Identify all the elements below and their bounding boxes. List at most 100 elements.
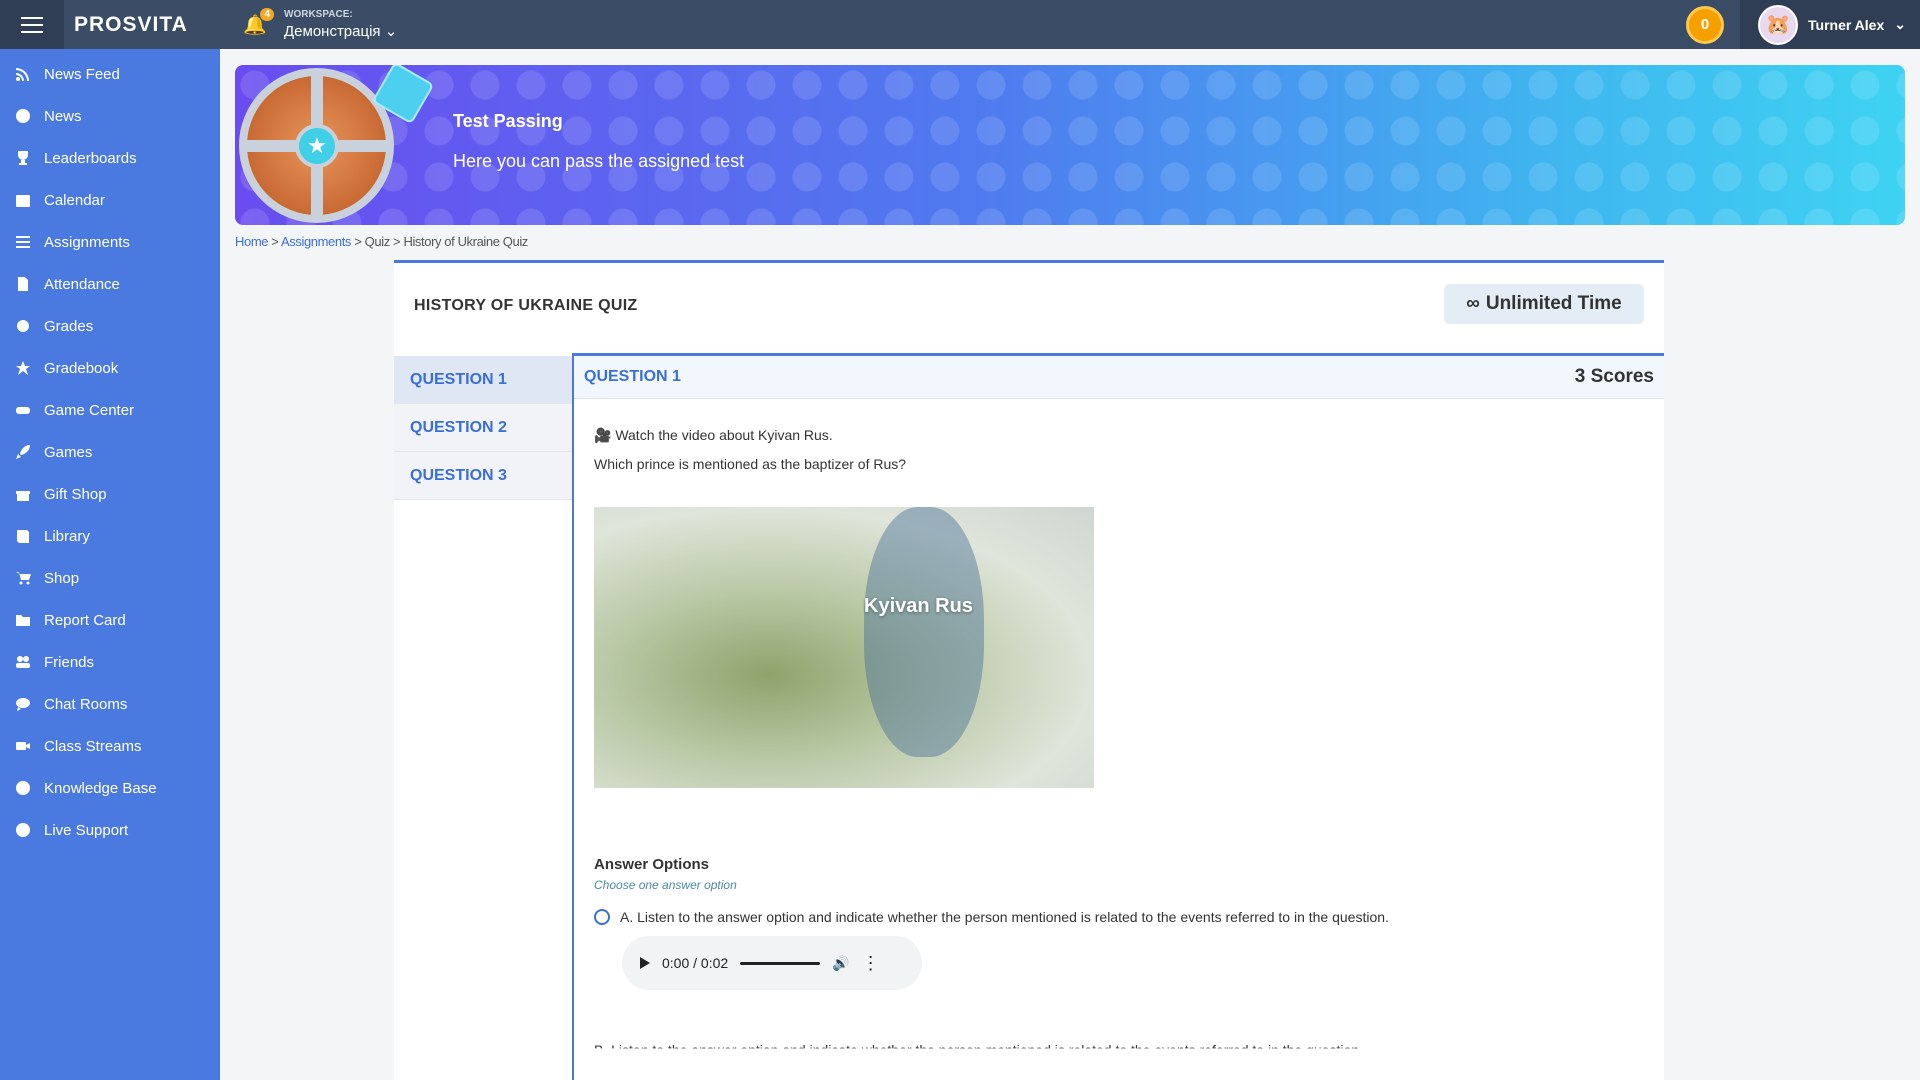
sidebar-item-label: Library	[44, 527, 90, 545]
menu-toggle-button[interactable]	[0, 0, 64, 49]
gift-icon	[14, 485, 32, 503]
question-header-label: QUESTION 1	[584, 368, 681, 385]
sidebar-item-label: Class Streams	[44, 737, 142, 755]
sidebar-item-label: Grades	[44, 317, 94, 335]
video-player[interactable]: Kyivan Rus	[594, 507, 1094, 788]
infinity-icon: ∞	[1466, 293, 1480, 314]
question-instruction: 🎥 Watch the video about Kyivan Rus.	[594, 427, 833, 443]
folder-icon	[14, 611, 32, 629]
video-icon	[14, 737, 32, 755]
volume-icon[interactable]: 🔊	[832, 955, 849, 972]
sidebar-item-gradebook[interactable]: Gradebook	[0, 347, 220, 389]
list-icon	[14, 233, 32, 251]
question-scores: 3 Scores	[1574, 366, 1654, 387]
sidebar-item-library[interactable]: Library	[0, 515, 220, 557]
answer-option-b-text: B. Listen to the answer option and indic…	[594, 1042, 1363, 1058]
sidebar-item-label: Friends	[44, 653, 95, 671]
rss-icon	[14, 65, 32, 83]
sidebar-item-calendar[interactable]: Calendar	[0, 179, 220, 221]
breadcrumb-assignments[interactable]: Assignments	[281, 234, 351, 249]
calendar-icon	[14, 191, 32, 209]
workspace-label: WORKSPACE:	[284, 9, 353, 20]
banner-title: Test Passing	[453, 111, 563, 131]
banner-subtitle: Here you can pass the assigned test	[453, 151, 745, 171]
answer-options-title: Answer Options	[594, 856, 710, 873]
sidebar-item-label: Assignments	[44, 233, 130, 251]
question-tab-2[interactable]: QUESTION 2	[394, 404, 574, 452]
question-tab-1[interactable]: QUESTION 1	[394, 356, 574, 404]
user-menu[interactable]: 🐹 Turner Alex ⌄	[1740, 0, 1920, 49]
audio-player: 0:00 / 0:02 🔊 ⋮	[622, 936, 922, 990]
sidebar-item-friends[interactable]: Friends	[0, 641, 220, 683]
trophy-icon	[14, 149, 32, 167]
sidebar-item-assignments[interactable]: Assignments	[0, 221, 220, 263]
breadcrumb-current: History of Ukraine Quiz	[403, 234, 528, 249]
book-icon	[14, 527, 32, 545]
answer-option-b[interactable]: B. Listen to the answer option and indic…	[594, 1042, 1363, 1058]
notification-badge: 4	[260, 7, 274, 21]
shield-icon: ★	[239, 68, 394, 223]
workspace-value: Демонстрація	[284, 23, 381, 40]
radio-option-a[interactable]	[594, 909, 610, 925]
page-title: HISTORY OF UKRAINE QUIZ	[414, 297, 638, 314]
audio-progress-slider[interactable]	[740, 961, 821, 965]
sidebar-item-live-support[interactable]: Live Support	[0, 809, 220, 851]
info-icon	[14, 107, 32, 125]
question-text: Which prince is mentioned as the baptize…	[594, 456, 907, 472]
breadcrumb-quiz: Quiz	[364, 234, 391, 249]
sidebar-item-label: Gift Shop	[44, 485, 107, 503]
top-bar: PROSVITA 🔔 4 WORKSPACE: Демонстрація ⌄ 0…	[0, 0, 1920, 49]
audio-time: 0:00 / 0:02	[662, 955, 729, 971]
avatar: 🐹	[1758, 4, 1799, 45]
sidebar-item-label: Game Center	[44, 401, 135, 419]
sidebar-item-report-card[interactable]: Report Card	[0, 599, 220, 641]
answer-option-a[interactable]: A. Listen to the answer option and indic…	[594, 909, 1389, 925]
chat-icon	[14, 695, 32, 713]
sidebar-item-label: Leaderboards	[44, 149, 137, 167]
question-list: QUESTION 1 QUESTION 2 QUESTION 3	[394, 356, 574, 500]
breadcrumb-home[interactable]: Home	[235, 234, 268, 249]
star-icon: ★	[295, 124, 339, 168]
question-panel: QUESTION 1 3 Scores 🎥 Watch the video ab…	[572, 353, 1664, 1080]
sidebar-item-gift-shop[interactable]: Gift Shop	[0, 473, 220, 515]
answer-option-a-text: A. Listen to the answer option and indic…	[620, 909, 1389, 925]
sidebar-item-knowledge-base[interactable]: Knowledge Base	[0, 767, 220, 809]
sidebar-item-game-center[interactable]: Game Center	[0, 389, 220, 431]
sidebar-item-news-feed[interactable]: News Feed	[0, 53, 220, 95]
sidebar-item-label: Calendar	[44, 191, 105, 209]
question-header: QUESTION 1 3 Scores	[574, 356, 1664, 399]
notifications-button[interactable]: 🔔 4	[240, 7, 274, 40]
rocket-icon	[14, 443, 32, 461]
time-limit-badge[interactable]: ∞ Unlimited Time	[1444, 284, 1644, 324]
map-region	[864, 507, 984, 757]
breadcrumb: Home > Assignments > Quiz > History of U…	[235, 234, 528, 249]
coin-balance[interactable]: 0	[1686, 5, 1725, 44]
question-tab-3[interactable]: QUESTION 3	[394, 452, 574, 500]
badge-icon	[14, 317, 32, 335]
users-icon	[14, 653, 32, 671]
workspace-selector[interactable]: WORKSPACE: Демонстрація ⌄	[284, 9, 397, 40]
sidebar-item-label: News Feed	[44, 65, 120, 83]
sidebar-item-chat-rooms[interactable]: Chat Rooms	[0, 683, 220, 725]
sidebar-item-class-streams[interactable]: Class Streams	[0, 725, 220, 767]
sidebar: News Feed News Leaderboards Calendar Assignm…	[0, 49, 220, 1080]
sidebar-item-grades[interactable]: Grades	[0, 305, 220, 347]
sidebar-item-label: Shop	[44, 569, 80, 587]
sidebar-item-attendance[interactable]: Attendance	[0, 263, 220, 305]
hamburger-icon	[21, 16, 43, 19]
play-icon[interactable]	[640, 957, 650, 969]
file-icon	[14, 275, 32, 293]
more-options-icon[interactable]: ⋮	[862, 953, 880, 974]
page-banner: ★ Test Passing Here you can pass the ass…	[235, 65, 1905, 225]
app-logo[interactable]: PROSVITA	[74, 13, 234, 37]
sidebar-item-leaderboards[interactable]: Leaderboards	[0, 137, 220, 179]
sidebar-item-label: Chat Rooms	[44, 695, 128, 713]
sidebar-item-games[interactable]: Games	[0, 431, 220, 473]
sidebar-item-news[interactable]: News	[0, 95, 220, 137]
sidebar-item-shop[interactable]: Shop	[0, 557, 220, 599]
quiz-card: HISTORY OF UKRAINE QUIZ ∞ Unlimited Time…	[394, 260, 1664, 1080]
sidebar-item-label: Gradebook	[44, 359, 119, 377]
sidebar-item-label: Attendance	[44, 275, 120, 293]
sidebar-item-label: Report Card	[44, 611, 126, 629]
time-label: Unlimited Time	[1485, 293, 1622, 314]
